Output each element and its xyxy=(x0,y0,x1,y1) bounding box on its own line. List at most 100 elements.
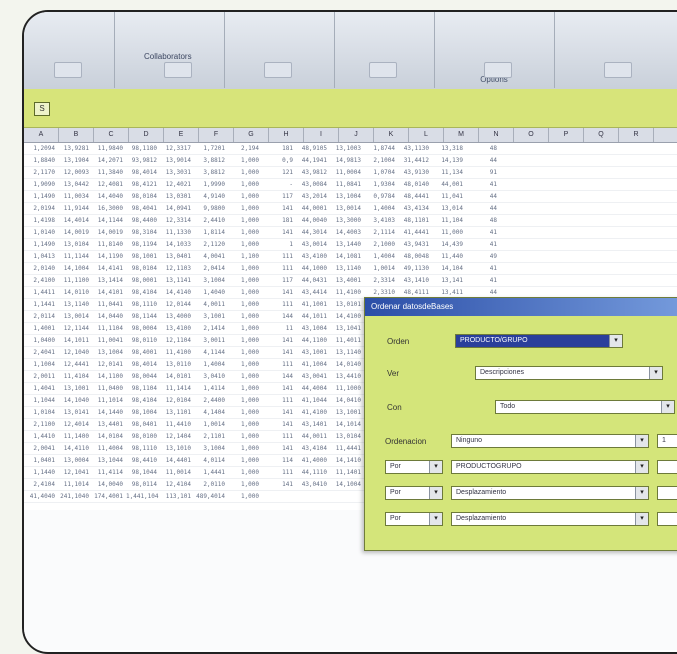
grid-cell[interactable]: 14,1033 xyxy=(160,239,194,250)
grid-cell[interactable]: 11,0034 xyxy=(58,191,92,202)
grid-cell[interactable]: 98,4014 xyxy=(126,359,160,370)
grid-cell[interactable] xyxy=(296,491,330,502)
grid-cell[interactable]: 1,1044 xyxy=(24,395,58,406)
table-row[interactable]: 1,0413 11,1144 14,1190 98,1001 13,0401 4,0041… xyxy=(24,251,677,263)
grid-cell[interactable]: 48,1101 xyxy=(398,215,432,226)
grid-cell[interactable]: 1,000 xyxy=(228,431,262,442)
grid-cell[interactable]: 14,0140 xyxy=(330,359,364,370)
grid-cell[interactable]: 12,4081 xyxy=(92,179,126,190)
grid-cell[interactable]: 13,1003 xyxy=(330,143,364,154)
grid-cell[interactable]: 1,4198 xyxy=(24,215,58,226)
grid-cell[interactable]: 44,0040 xyxy=(296,215,330,226)
grid-cell[interactable]: 141 xyxy=(262,479,296,490)
grid-cell[interactable]: 144 xyxy=(262,311,296,322)
grid-cell[interactable]: 14,0941 xyxy=(160,203,194,214)
grid-cell[interactable]: 98,0100 xyxy=(126,431,160,442)
grid-cell[interactable]: 111 xyxy=(262,467,296,478)
grid-cell[interactable]: 1,0704 xyxy=(364,167,398,178)
grid-cell[interactable]: 3,1004 xyxy=(194,443,228,454)
grid-cell[interactable]: 117 xyxy=(262,275,296,286)
grid-cell[interactable]: 14,139 xyxy=(432,155,466,166)
grid-cell[interactable]: 2,1000 xyxy=(364,239,398,250)
grid-cell[interactable]: 1,100 xyxy=(228,251,262,262)
grid-cell[interactable]: - xyxy=(262,179,296,190)
sort-prefix-select-3[interactable]: Por ▾ xyxy=(385,512,443,526)
ribbon-button[interactable] xyxy=(484,62,512,78)
column-header[interactable]: R xyxy=(619,128,654,142)
grid-cell[interactable]: 2,3314 xyxy=(364,275,398,286)
sort-field-select-2[interactable]: Desplazamiento ▾ xyxy=(451,486,649,500)
dialog-title[interactable]: Ordenar datosdeBases xyxy=(365,298,677,316)
grid-cell[interactable]: 1,1004 xyxy=(24,359,58,370)
grid-cell[interactable]: 111 xyxy=(262,251,296,262)
grid-cell[interactable]: 12,4104 xyxy=(160,479,194,490)
grid-cell[interactable]: 1,4411 xyxy=(24,287,58,298)
grid-cell[interactable]: 1,8840 xyxy=(24,155,58,166)
grid-cell[interactable]: 11,134 xyxy=(432,167,466,178)
chevron-down-icon[interactable]: ▾ xyxy=(635,487,648,499)
table-row[interactable]: 1,1490 13,0104 11,8140 98,1194 14,1033 2,1120… xyxy=(24,239,677,251)
grid-cell[interactable]: 117 xyxy=(262,191,296,202)
grid-cell[interactable]: 44,1011 xyxy=(296,311,330,322)
grid-cell[interactable]: 43,4414 xyxy=(296,287,330,298)
grid-cell[interactable]: 4,0011 xyxy=(194,299,228,310)
grid-cell[interactable]: 11,1104 xyxy=(92,323,126,334)
grid-cell[interactable]: 14,1004 xyxy=(58,263,92,274)
grid-cell[interactable]: 12,3314 xyxy=(160,215,194,226)
grid-cell[interactable]: 44,1110 xyxy=(296,467,330,478)
grid-cell[interactable]: 43,9812 xyxy=(296,167,330,178)
grid-cell[interactable]: 1,000 xyxy=(228,275,262,286)
grid-cell[interactable]: 13,141 xyxy=(432,275,466,286)
grid-cell[interactable]: 1,000 xyxy=(228,371,262,382)
grid-cell[interactable]: 11,0014 xyxy=(160,467,194,478)
grid-cell[interactable]: 98,1110 xyxy=(126,443,160,454)
grid-cell[interactable]: 12,1144 xyxy=(58,323,92,334)
column-header[interactable]: M xyxy=(444,128,479,142)
grid-cell[interactable]: 48,0048 xyxy=(398,251,432,262)
grid-cell[interactable]: 44,1100 xyxy=(296,335,330,346)
grid-cell[interactable]: 2,0041 xyxy=(24,443,58,454)
chevron-down-icon[interactable]: ▾ xyxy=(635,461,648,473)
grid-cell[interactable]: 14,4141 xyxy=(92,263,126,274)
grid-cell[interactable]: 1,4441 xyxy=(194,467,228,478)
grid-cell[interactable]: 14,0019 xyxy=(92,227,126,238)
grid-cell[interactable]: 2,1004 xyxy=(364,155,398,166)
grid-cell[interactable]: 11,4114 xyxy=(92,467,126,478)
grid-cell[interactable]: 43,4134 xyxy=(398,203,432,214)
grid-cell[interactable]: 44,3014 xyxy=(296,227,330,238)
grid-cell[interactable]: 44 xyxy=(466,203,500,214)
grid-cell[interactable]: 13,0301 xyxy=(160,191,194,202)
grid-cell[interactable]: 11,0441 xyxy=(92,299,126,310)
grid-cell[interactable]: 13,1001 xyxy=(58,383,92,394)
column-header[interactable]: E xyxy=(164,128,199,142)
grid-cell[interactable]: 13,0014 xyxy=(330,203,364,214)
grid-cell[interactable]: 174,4001 xyxy=(92,491,126,502)
grid-cell[interactable]: 11,3840 xyxy=(92,167,126,178)
grid-cell[interactable]: 44,1000 xyxy=(296,263,330,274)
grid-cell[interactable]: 113,101 xyxy=(160,491,194,502)
grid-cell[interactable]: 41 xyxy=(466,179,500,190)
chevron-down-icon[interactable]: ▾ xyxy=(635,435,648,447)
column-header[interactable]: A xyxy=(24,128,59,142)
ribbon-button[interactable] xyxy=(54,62,82,78)
grid-cell[interactable]: 111 xyxy=(262,263,296,274)
grid-cell[interactable]: 1,000 xyxy=(228,203,262,214)
grid-cell[interactable]: 98,1194 xyxy=(126,239,160,250)
grid-cell[interactable]: 98,1044 xyxy=(126,467,160,478)
grid-cell[interactable]: 13,0442 xyxy=(58,179,92,190)
grid-cell[interactable]: 4,1144 xyxy=(194,347,228,358)
grid-cell[interactable]: 11,0041 xyxy=(92,335,126,346)
grid-cell[interactable]: 14,439 xyxy=(432,239,466,250)
ribbon-button[interactable] xyxy=(604,62,632,78)
grid-cell[interactable]: 43,1410 xyxy=(398,275,432,286)
sort-prefix-select-2[interactable]: Por ▾ xyxy=(385,486,443,500)
grid-cell[interactable]: 49 xyxy=(466,251,500,262)
ribbon-button[interactable] xyxy=(164,62,192,78)
grid-cell[interactable]: 2,4041 xyxy=(24,347,58,358)
grid-cell[interactable]: 1,000 xyxy=(228,491,262,502)
grid-cell[interactable]: 1,1440 xyxy=(24,467,58,478)
grid-cell[interactable]: 1,4004 xyxy=(194,359,228,370)
grid-cell[interactable]: 11,0841 xyxy=(330,179,364,190)
grid-cell[interactable]: 1,000 xyxy=(228,215,262,226)
grid-cell[interactable]: 12,4014 xyxy=(58,419,92,430)
